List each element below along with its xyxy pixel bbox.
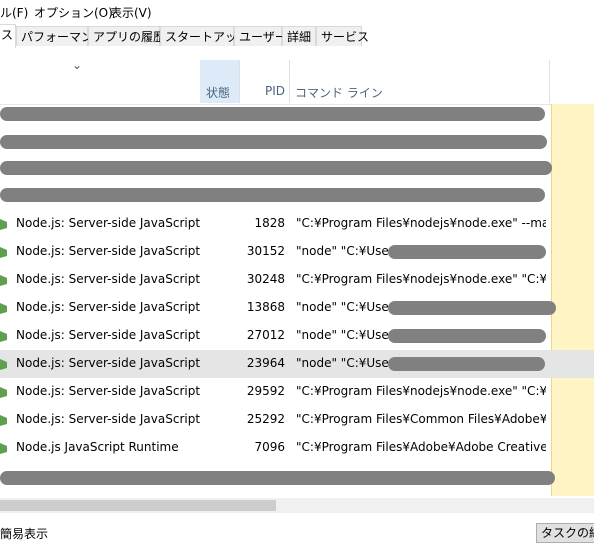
process-pid: 7096 <box>254 440 285 454</box>
tab-performance[interactable]: パフォーマンス <box>16 26 105 46</box>
table-row[interactable]: Node.js: Server-side JavaScript 27012 "n… <box>0 322 551 350</box>
redacted-row <box>0 107 545 121</box>
column-divider[interactable] <box>549 60 550 103</box>
scrollbar-thumb[interactable] <box>0 500 276 511</box>
process-name: Node.js: Server-side JavaScript <box>16 384 201 398</box>
process-command-line: "C:¥Program Files¥nodejs¥node.exe" "C:¥U… <box>296 384 546 398</box>
nodejs-icon <box>0 387 7 398</box>
menu-file[interactable]: ル(F) <box>0 4 28 21</box>
process-name: Node.js: Server-side JavaScript <box>16 412 201 426</box>
tab-bar: ス パフォーマンス アプリの履歴 スタートアップ ユーザー 詳細 サービス <box>0 24 594 49</box>
process-command-line: "C:¥Program Files¥Common Files¥Adobe¥Cre… <box>296 412 546 426</box>
process-pid: 30152 <box>246 244 285 258</box>
nodejs-icon <box>0 415 7 426</box>
process-command-line: "C:¥Program Files¥nodejs¥node.exe" "C:¥U… <box>296 272 546 286</box>
menu-view[interactable]: 表示(V) <box>110 4 152 21</box>
table-row-selected[interactable]: Node.js: Server-side JavaScript 23964 "n… <box>0 350 594 378</box>
table-row[interactable]: Node.js: Server-side JavaScript 30248 "C… <box>0 266 551 294</box>
tab-details[interactable]: 詳細 <box>282 26 316 46</box>
process-name: Node.js: Server-side JavaScript <box>16 356 201 370</box>
nodejs-icon <box>0 359 7 370</box>
end-task-button[interactable]: タスクの終了 <box>536 523 594 543</box>
nodejs-icon <box>0 331 7 342</box>
process-pid: 23964 <box>246 356 285 370</box>
process-pid: 29592 <box>246 384 285 398</box>
process-name: Node.js: Server-side JavaScript <box>16 300 201 314</box>
horizontal-scrollbar[interactable] <box>0 498 594 513</box>
column-header-command-line[interactable]: コマンド ライン <box>295 84 383 101</box>
nodejs-icon <box>0 247 7 258</box>
redaction-bar <box>388 245 546 259</box>
menu-options[interactable]: オプション(O) <box>34 4 113 21</box>
nodejs-icon <box>0 443 7 454</box>
process-pid: 25292 <box>246 412 285 426</box>
table-row[interactable]: Node.js: Server-side JavaScript 25292 "C… <box>0 406 551 434</box>
chevron-down-icon[interactable]: ⌄ <box>72 58 82 72</box>
redacted-row <box>0 135 547 149</box>
process-command-line: "C:¥Program Files¥nodejs¥node.exe" --max… <box>296 216 546 230</box>
tab-users[interactable]: ユーザー <box>234 26 287 46</box>
process-name: Node.js: Server-side JavaScript <box>16 328 201 342</box>
tab-processes[interactable]: ス <box>0 24 16 49</box>
table-row[interactable]: Node.js: Server-side JavaScript 30152 "n… <box>0 238 551 266</box>
table-row[interactable]: Node.js: Server-side JavaScript 29592 "C… <box>0 378 551 406</box>
column-divider[interactable] <box>289 60 290 103</box>
redacted-row <box>0 161 552 175</box>
column-divider[interactable] <box>239 60 240 103</box>
process-name: Node.js: Server-side JavaScript <box>16 216 201 230</box>
table-row[interactable]: Node.js: Server-side JavaScript 13868 "n… <box>0 294 556 322</box>
table-row[interactable]: Node.js JavaScript Runtime 7096 "C:¥Prog… <box>0 434 551 462</box>
column-header-status[interactable]: 状態 <box>206 84 230 101</box>
nodejs-icon <box>0 275 7 286</box>
tab-startup[interactable]: スタートアップ <box>160 26 249 46</box>
nodejs-icon <box>0 219 7 230</box>
process-pid: 1828 <box>254 216 285 230</box>
process-pid: 13868 <box>246 300 285 314</box>
redaction-bar <box>388 301 556 315</box>
process-name: Node.js: Server-side JavaScript <box>16 272 201 286</box>
highlight-column <box>551 104 594 496</box>
process-name: Node.js JavaScript Runtime <box>16 440 179 454</box>
redaction-bar <box>388 329 546 343</box>
table-row[interactable]: Node.js: Server-side JavaScript 1828 "C:… <box>0 210 551 238</box>
process-command-line: "C:¥Program Files¥Adobe¥Adobe Creative C… <box>296 440 546 454</box>
tab-app-history[interactable]: アプリの履歴 <box>88 26 165 46</box>
redaction-bar <box>388 357 545 371</box>
nodejs-icon <box>0 303 7 314</box>
footer: 簡易表示 タスクの終了 <box>0 518 594 543</box>
process-pid: 30248 <box>246 272 285 286</box>
column-header-pid[interactable]: PID <box>265 84 285 98</box>
tab-services[interactable]: サービス <box>316 26 369 46</box>
redacted-row <box>0 188 545 202</box>
process-name: Node.js: Server-side JavaScript <box>16 244 201 258</box>
process-pid: 27012 <box>246 328 285 342</box>
menu-bar: ル(F) オプション(O) 表示(V) <box>0 0 594 22</box>
redacted-row <box>0 471 555 485</box>
